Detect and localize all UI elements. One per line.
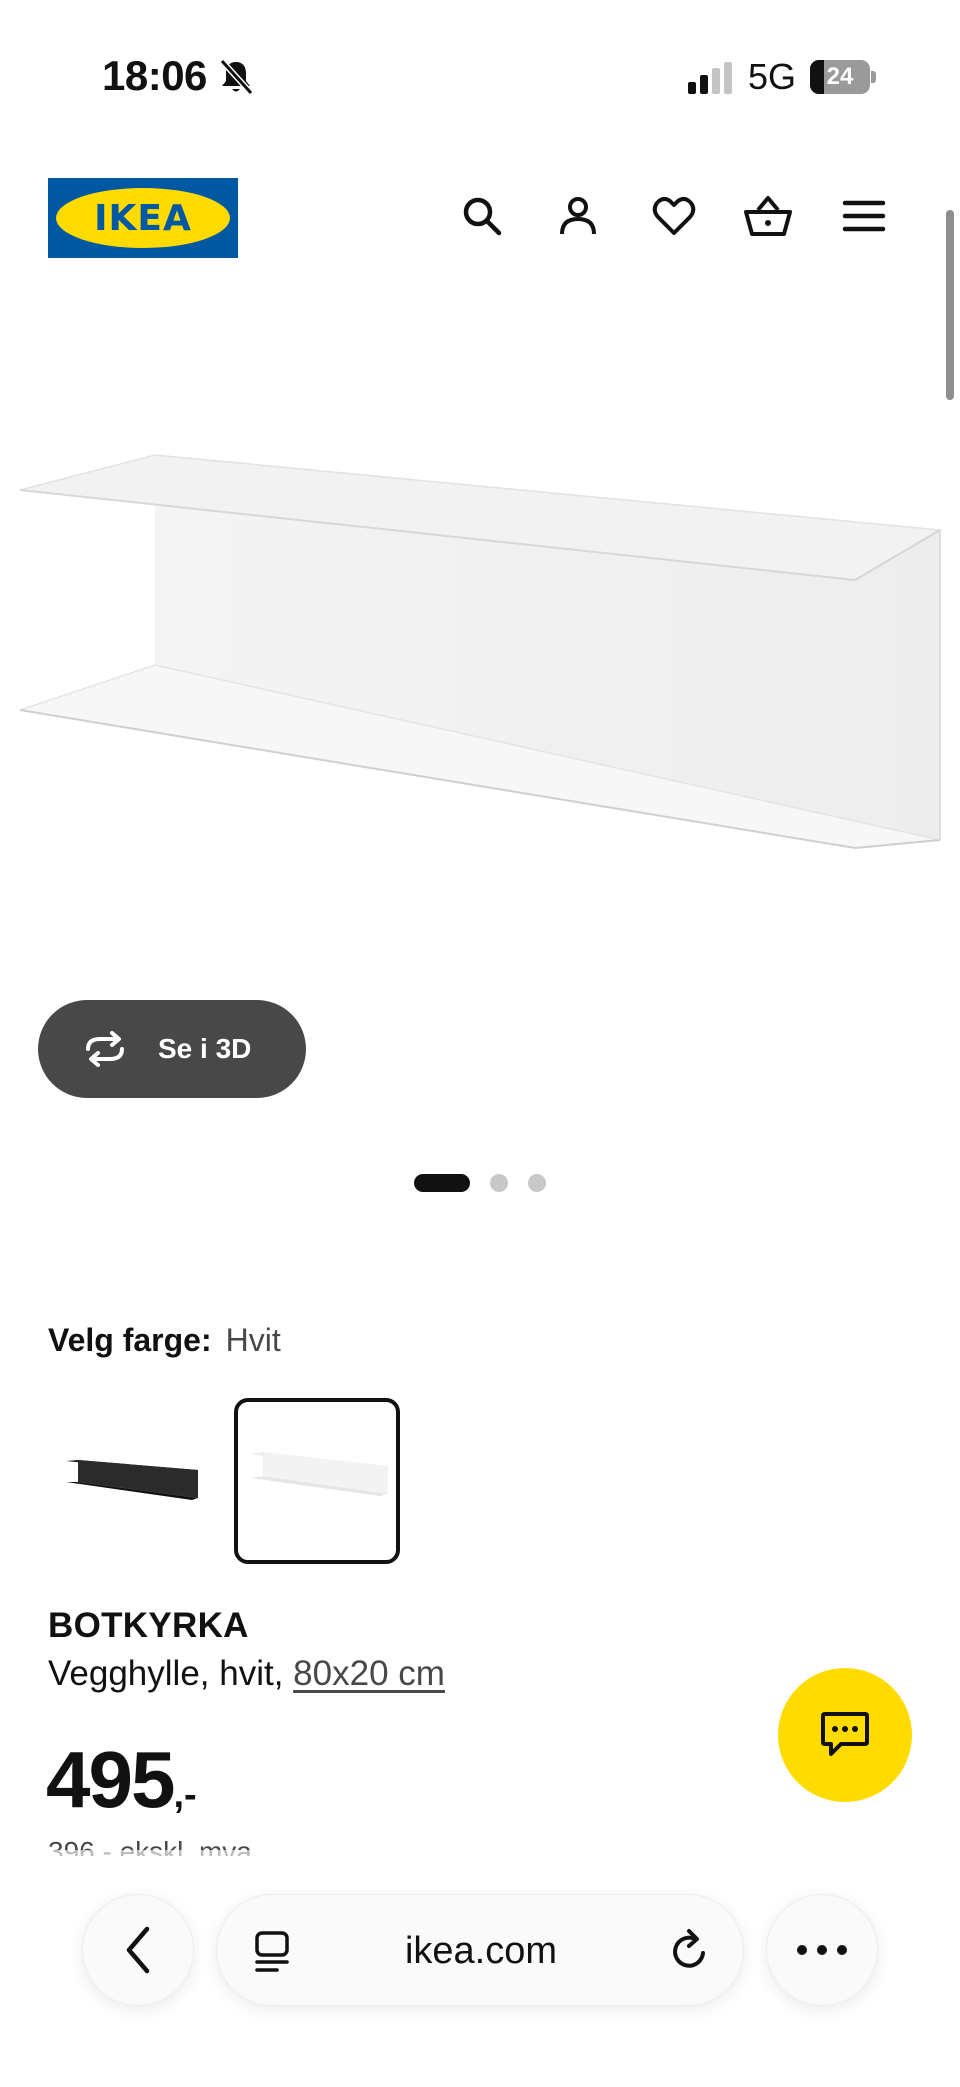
signal-icon (688, 62, 732, 94)
basket-icon[interactable] (742, 190, 794, 242)
product-description: Vegghylle, hvit, 80x20 cm (48, 1654, 445, 1694)
network-label: 5G (748, 56, 797, 97)
price-value: 495 (46, 1735, 175, 1824)
color-selector-label: Velg farge: Hvit (48, 1322, 281, 1359)
color-swatch-black[interactable] (48, 1398, 214, 1564)
logo-text: IKEA (94, 197, 192, 239)
rotate-3d-icon (86, 1031, 124, 1067)
price-suffix: ,- (173, 1774, 197, 1816)
product-size-link[interactable]: 80x20 cm (293, 1654, 445, 1693)
color-value: Hvit (225, 1322, 281, 1358)
back-button[interactable] (82, 1894, 194, 2006)
carousel-dot[interactable] (528, 1174, 546, 1192)
chat-icon (821, 1712, 869, 1756)
reload-icon[interactable] (665, 1927, 713, 1975)
status-bar: 18:06 5G 24 (0, 0, 960, 150)
product-price: 495,- (46, 1734, 197, 1826)
more-button[interactable] (766, 1894, 878, 2006)
search-icon[interactable] (456, 190, 508, 242)
ellipsis-icon (797, 1945, 847, 1955)
bell-slash-icon (219, 58, 254, 96)
product-image[interactable] (0, 390, 960, 1010)
scroll-indicator[interactable] (946, 210, 954, 400)
color-swatch-white[interactable] (234, 1398, 400, 1564)
carousel-dot[interactable] (414, 1174, 470, 1192)
address-bar[interactable]: ikea.com (216, 1894, 744, 2006)
product-type: Vegghylle, hvit, (48, 1654, 284, 1693)
product-name: BOTKYRKA (48, 1606, 249, 1645)
chevron-left-icon (126, 1926, 150, 1974)
site-header: IKEA (0, 170, 960, 270)
battery-level: 24 (826, 63, 854, 90)
swatch-image-white (250, 1452, 388, 1496)
swatch-image-black (66, 1460, 198, 1500)
view-3d-button[interactable]: Se i 3D (38, 1000, 306, 1098)
user-icon[interactable] (552, 190, 604, 242)
carousel-dot[interactable] (490, 1174, 508, 1192)
menu-icon[interactable] (838, 190, 890, 242)
carousel-dots (0, 1172, 960, 1194)
battery-icon: 24 (810, 60, 876, 94)
chat-button[interactable] (778, 1668, 912, 1802)
view-3d-label: Se i 3D (158, 1033, 252, 1064)
heart-icon[interactable] (648, 190, 700, 242)
ikea-logo[interactable]: IKEA (48, 178, 238, 258)
color-label: Velg farge: (48, 1322, 212, 1358)
status-time: 18:06 (102, 52, 207, 99)
